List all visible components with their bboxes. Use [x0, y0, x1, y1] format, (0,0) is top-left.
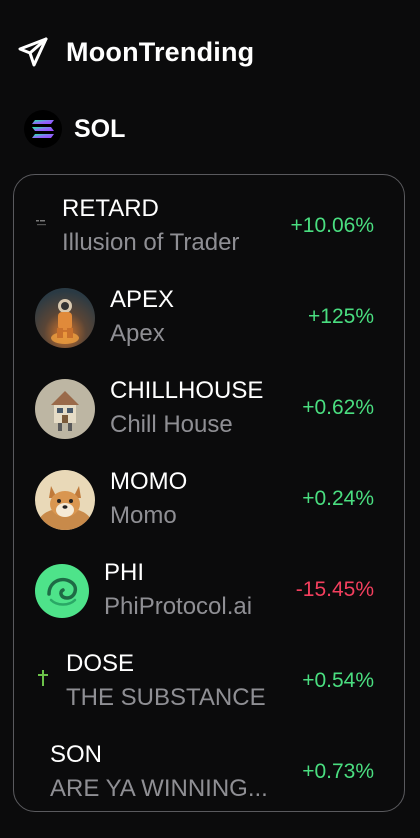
- shiba-dog-avatar-icon: [35, 470, 95, 530]
- astronaut-avatar-icon: [35, 288, 95, 348]
- token-name: PhiProtocol.ai: [104, 593, 253, 620]
- paper-plane-icon: [16, 35, 50, 69]
- token-symbol: CHILLHOUSE: [110, 377, 264, 404]
- token-symbol: MOMO: [110, 468, 188, 495]
- syringe-icon: [38, 670, 48, 691]
- token-row-apex[interactable]: APEX Apex +125%: [14, 270, 406, 360]
- app-header: MoonTrending: [16, 34, 254, 70]
- token-row-phi[interactable]: PHI PhiProtocol.ai -15.45%: [14, 543, 406, 633]
- token-symbol: PHI: [104, 559, 145, 586]
- token-row-retard[interactable]: RETARD Illusion of Trader +10.06%: [14, 179, 406, 269]
- token-name: THE SUBSTANCE: [66, 684, 266, 711]
- chain-selector[interactable]: SOL: [24, 110, 125, 148]
- token-symbol: SON: [50, 741, 103, 768]
- price-change: +0.62%: [302, 396, 374, 419]
- token-name: Illusion of Trader: [62, 229, 240, 256]
- price-change: +125%: [308, 305, 374, 328]
- token-row-son[interactable]: SON ARE YA WINNING... +0.73%: [14, 725, 406, 815]
- green-swirl-logo-icon: [35, 564, 89, 618]
- token-row-chillhouse[interactable]: CHILLHOUSE Chill House +0.62%: [14, 361, 406, 451]
- token-symbol: RETARD: [62, 195, 159, 222]
- price-change: +10.06%: [290, 214, 375, 237]
- token-name: Apex: [110, 320, 165, 347]
- price-change: -15.45%: [295, 578, 374, 601]
- token-name: ARE YA WINNING...: [50, 775, 268, 802]
- token-row-momo[interactable]: MOMO Momo +0.24%: [14, 452, 406, 542]
- token-symbol: DOSE: [66, 650, 135, 677]
- trending-token-list: RETARD Illusion of Trader +10.06% APEX A…: [13, 174, 405, 812]
- price-change: +0.73%: [302, 760, 374, 783]
- token-name: Momo: [110, 502, 177, 529]
- tiny-token-icon: [36, 215, 48, 233]
- house-character-avatar-icon: [35, 379, 95, 439]
- price-change: +0.54%: [302, 669, 374, 692]
- chain-label: SOL: [74, 114, 126, 143]
- solana-logo-icon: [24, 110, 62, 148]
- token-row-dose[interactable]: DOSE THE SUBSTANCE +0.54%: [14, 634, 406, 724]
- price-change: +0.24%: [302, 487, 374, 510]
- app-title: MoonTrending: [66, 36, 255, 67]
- token-symbol: APEX: [110, 286, 175, 313]
- token-name: Chill House: [110, 411, 233, 438]
